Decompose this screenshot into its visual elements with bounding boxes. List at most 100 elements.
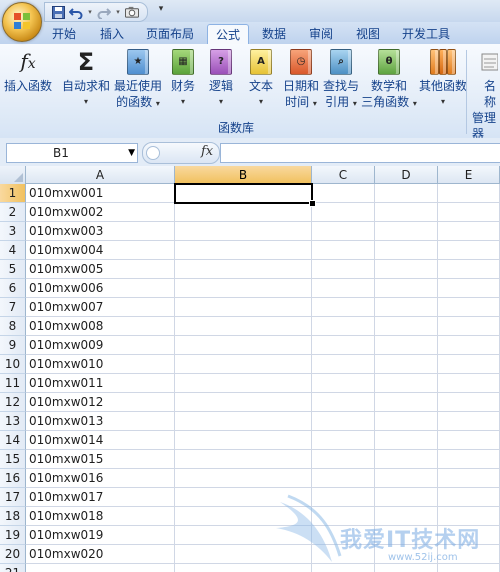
cell-b[interactable] <box>175 241 312 260</box>
cell-e[interactable] <box>438 184 500 203</box>
cell-c[interactable] <box>312 298 375 317</box>
cell-c[interactable] <box>312 317 375 336</box>
cell-e[interactable] <box>438 241 500 260</box>
date-time-button[interactable]: ◷ 日期和 时间 ▾ <box>280 48 322 112</box>
office-button[interactable] <box>2 2 42 42</box>
cell-a[interactable]: 010mxw005 <box>26 260 175 279</box>
cell-c[interactable] <box>312 564 375 572</box>
cell-d[interactable] <box>375 317 438 336</box>
more-functions-button[interactable]: 其他函数 ▾ <box>418 48 468 110</box>
row-header[interactable]: 13 <box>0 412 26 431</box>
cell-d[interactable] <box>375 469 438 488</box>
cell-e[interactable] <box>438 545 500 564</box>
cell-b[interactable] <box>175 507 312 526</box>
row-header[interactable]: 21 <box>0 564 26 572</box>
column-header-c[interactable]: C <box>312 166 375 184</box>
row-header[interactable]: 15 <box>0 450 26 469</box>
cell-d[interactable] <box>375 184 438 203</box>
cell-e[interactable] <box>438 564 500 572</box>
redo-icon[interactable] <box>97 5 111 19</box>
insert-function-button[interactable]: fx 插入函数 <box>2 48 54 94</box>
cell-b[interactable] <box>175 374 312 393</box>
cell-b[interactable] <box>175 469 312 488</box>
cell-e[interactable] <box>438 222 500 241</box>
cell-c[interactable] <box>312 469 375 488</box>
tab-insert[interactable]: 插入 <box>94 24 130 44</box>
cell-d[interactable] <box>375 393 438 412</box>
column-header-d[interactable]: D <box>375 166 438 184</box>
cell-a[interactable]: 010mxw008 <box>26 317 175 336</box>
cell-e[interactable] <box>438 298 500 317</box>
cell-a[interactable]: 010mxw015 <box>26 450 175 469</box>
cell-a[interactable]: 010mxw020 <box>26 545 175 564</box>
cell-e[interactable] <box>438 374 500 393</box>
insert-function-fx-button[interactable]: fx <box>201 144 213 159</box>
cell-d[interactable] <box>375 507 438 526</box>
row-header[interactable]: 18 <box>0 507 26 526</box>
cell-b[interactable] <box>175 450 312 469</box>
lookup-reference-button[interactable]: ⌕ 查找与 引用 ▾ <box>320 48 362 112</box>
financial-button[interactable]: ▦ 财务 ▾ <box>166 48 200 110</box>
cell-d[interactable] <box>375 222 438 241</box>
cell-c[interactable] <box>312 279 375 298</box>
camera-icon[interactable] <box>125 5 139 19</box>
row-header[interactable]: 17 <box>0 488 26 507</box>
cell-a[interactable]: 010mxw009 <box>26 336 175 355</box>
tab-home[interactable]: 开始 <box>46 24 82 44</box>
logical-button[interactable]: ? 逻辑 ▾ <box>204 48 238 110</box>
row-header[interactable]: 19 <box>0 526 26 545</box>
cell-d[interactable] <box>375 526 438 545</box>
cell-b[interactable] <box>175 336 312 355</box>
tab-page-layout[interactable]: 页面布局 <box>142 24 198 44</box>
cell-b[interactable] <box>175 545 312 564</box>
cell-b[interactable] <box>175 393 312 412</box>
cell-e[interactable] <box>438 526 500 545</box>
cell-c[interactable] <box>312 526 375 545</box>
cell-b[interactable] <box>175 412 312 431</box>
cell-b[interactable] <box>175 564 312 572</box>
cell-c[interactable] <box>312 222 375 241</box>
cell-c[interactable] <box>312 545 375 564</box>
cell-d[interactable] <box>375 545 438 564</box>
cell-d[interactable] <box>375 298 438 317</box>
cell-a[interactable]: 010mxw002 <box>26 203 175 222</box>
formula-input[interactable] <box>220 143 500 163</box>
row-header[interactable]: 2 <box>0 203 26 222</box>
cell-c[interactable] <box>312 450 375 469</box>
column-header-a[interactable]: A <box>26 166 175 184</box>
cell-c[interactable] <box>312 355 375 374</box>
cell-c[interactable] <box>312 507 375 526</box>
cell-b[interactable] <box>175 260 312 279</box>
tab-review[interactable]: 审阅 <box>303 24 339 44</box>
cell-a[interactable]: 010mxw013 <box>26 412 175 431</box>
autosum-button[interactable]: Σ 自动求和 ▾ <box>60 48 112 110</box>
row-header[interactable]: 14 <box>0 431 26 450</box>
cell-a[interactable]: 010mxw007 <box>26 298 175 317</box>
cell-c[interactable] <box>312 260 375 279</box>
row-header[interactable]: 16 <box>0 469 26 488</box>
fill-handle[interactable] <box>309 200 316 207</box>
cell-c[interactable] <box>312 393 375 412</box>
row-header[interactable]: 8 <box>0 317 26 336</box>
row-header[interactable]: 20 <box>0 545 26 564</box>
cell-a[interactable]: 010mxw016 <box>26 469 175 488</box>
cell-a[interactable]: 010mxw014 <box>26 431 175 450</box>
cell-e[interactable] <box>438 355 500 374</box>
expand-circle-icon[interactable] <box>146 146 160 160</box>
chevron-down-icon[interactable]: ▼ <box>128 144 135 162</box>
cell-c[interactable] <box>312 203 375 222</box>
save-icon[interactable] <box>51 5 65 19</box>
customize-toolbar-icon[interactable]: ▾ <box>156 4 166 18</box>
dropdown-icon[interactable]: ▾ <box>87 5 93 19</box>
row-header[interactable]: 5 <box>0 260 26 279</box>
name-box[interactable]: B1 ▼ <box>6 143 138 163</box>
cell-b[interactable] <box>175 279 312 298</box>
cell-e[interactable] <box>438 317 500 336</box>
cell-b[interactable] <box>175 488 312 507</box>
row-header[interactable]: 6 <box>0 279 26 298</box>
cell-d[interactable] <box>375 450 438 469</box>
cell-d[interactable] <box>375 279 438 298</box>
tab-view[interactable]: 视图 <box>350 24 386 44</box>
row-header[interactable]: 11 <box>0 374 26 393</box>
cell-c[interactable] <box>312 412 375 431</box>
